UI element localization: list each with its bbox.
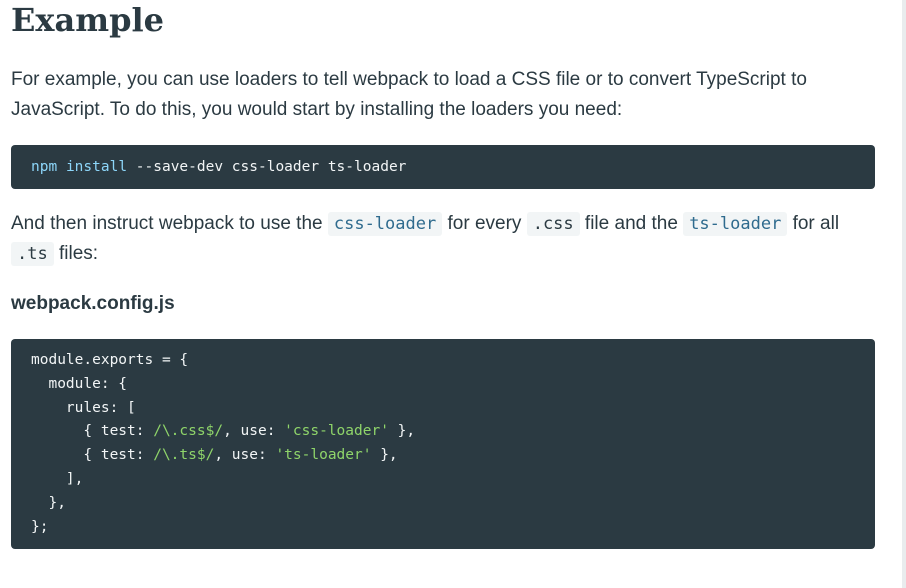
inline-code-css-loader: css-loader bbox=[327, 212, 443, 236]
code-test-key: { test: bbox=[31, 423, 154, 440]
code-ts-regex: /\.ts$/ bbox=[153, 447, 215, 464]
code-line-2: module: { bbox=[31, 375, 128, 392]
code-line-8: }; bbox=[31, 518, 49, 535]
instruction-text-4: for all bbox=[787, 213, 840, 234]
code-line-4: { test: /\.css$/, use: 'css-loader' }, bbox=[31, 420, 855, 444]
code-css-regex: /\.css$/ bbox=[153, 423, 224, 440]
code-use-key: , use: bbox=[223, 423, 285, 440]
instruction-text-2: for every bbox=[442, 213, 527, 234]
code-css-loader-string: 'css-loader' bbox=[284, 423, 389, 440]
code-module-keyword: module bbox=[31, 352, 84, 368]
intro-paragraph: For example, you can use loaders to tell… bbox=[11, 65, 871, 125]
npm-token: npm bbox=[31, 159, 58, 175]
instruction-text-1: And then instruct webpack to use the bbox=[11, 213, 328, 234]
code-line-5: { test: /\.ts$/, use: 'ts-loader' }, bbox=[31, 444, 855, 468]
code-line-3: rules: [ bbox=[31, 399, 136, 416]
webpack-config-code-block[interactable]: module.exports = { module: { rules: [ { … bbox=[11, 339, 875, 549]
code-use-key: , use: bbox=[214, 447, 276, 464]
instruction-paragraph: And then instruct webpack to use the css… bbox=[11, 209, 871, 269]
code-ts-loader-string: 'ts-loader' bbox=[275, 447, 372, 464]
inline-code-ts-ext: .ts bbox=[11, 242, 54, 266]
instruction-text-5: files: bbox=[53, 243, 99, 264]
intro-line-2: JavaScript. To do this, you would start … bbox=[11, 99, 623, 120]
page-scrollbar[interactable] bbox=[902, 0, 906, 588]
file-label: webpack.config.js bbox=[11, 293, 175, 314]
intro-line-1: For example, you can use loaders to tell… bbox=[11, 69, 807, 90]
install-args: --save-dev css-loader ts-loader bbox=[127, 159, 407, 175]
page-title: Example bbox=[11, 1, 164, 39]
code-close: }, bbox=[371, 447, 398, 464]
code-test-key: { test: bbox=[31, 447, 154, 464]
code-exports: .exports = { bbox=[83, 352, 189, 368]
code-line-6: ], bbox=[31, 470, 84, 487]
instruction-text-3: file and the bbox=[579, 213, 684, 234]
install-token: install bbox=[65, 159, 128, 175]
code-line-7: }, bbox=[31, 494, 66, 511]
install-command-block[interactable]: npm install --save-dev css-loader ts-loa… bbox=[11, 145, 875, 189]
inline-code-ts-loader: ts-loader bbox=[683, 212, 788, 236]
inline-code-css-ext: .css bbox=[526, 212, 580, 236]
code-close: }, bbox=[388, 423, 416, 440]
code-line-1: module.exports = { bbox=[31, 349, 855, 373]
